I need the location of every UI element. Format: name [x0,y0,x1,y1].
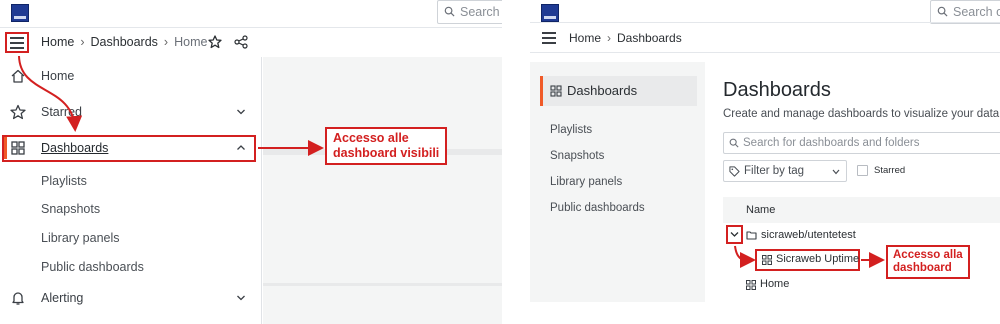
column-header-name[interactable]: Name [746,204,775,216]
menu-toggle-button[interactable] [542,32,558,44]
dashboard-search-input[interactable]: Search for dashboards and folders [723,132,1000,154]
sidebar-item-playlists[interactable]: Playlists [550,124,592,136]
callout-line: Accesso alla [893,249,963,261]
chevron-down-icon[interactable] [236,293,246,303]
nav-subitem-snapshots[interactable]: Snapshots [41,202,100,216]
nav-item-home[interactable]: Home [0,63,262,91]
breadcrumb-home[interactable]: Home [569,31,601,45]
highlight-box-dashboards [2,135,256,162]
search-icon [729,138,739,148]
dashboards-grid-icon [550,85,562,97]
callout-line: dashboard [893,262,952,274]
top-search-input[interactable]: Search or ju [930,0,1000,24]
breadcrumb-dashboards[interactable]: Dashboards [617,31,682,45]
dashboard-row-label[interactable]: Sicraweb Uptime [776,253,859,265]
tag-icon [729,166,740,177]
breadcrumb-dashboards[interactable]: Dashboards [91,35,158,49]
breadcrumb-home[interactable]: Home [41,35,74,49]
chevron-down-icon [832,169,840,175]
folder-row-label[interactable]: sicraweb/utentetest [761,229,856,241]
search-icon [937,6,948,17]
dashboards-grid-icon [746,280,756,290]
annotation-callout-right: Accesso alla dashboard [886,245,970,279]
side-menu: Home Starred Dashboards Playlists Snapsh… [0,57,262,324]
starred-checkbox-label: Starred [874,165,906,176]
chevron-down-icon[interactable] [236,107,246,117]
section-sidebar: Dashboards Playlists Snapshots Library p… [530,62,705,302]
breadcrumb: Home › Dashboards › Home [41,35,208,49]
top-search-input[interactable]: Search c [437,0,502,24]
top-search-placeholder: Search c [460,5,502,19]
nav-item-label: Starred [41,105,82,119]
home-dashboard-row-label[interactable]: Home [760,278,789,290]
breadcrumb-divider [530,52,1000,53]
nav-subitem-public-dashboards[interactable]: Public dashboards [41,260,144,274]
menu-toggle-button[interactable] [5,32,29,53]
left-screenshot: Search c Home›Dashboards›Home Home Starr… [0,0,502,324]
sidebar-item-public-dashboards[interactable]: Public dashboards [550,202,645,214]
menu-icon [10,37,24,39]
breadcrumb-current: Home [174,35,208,49]
search-icon [444,6,455,17]
home-icon [11,69,25,83]
tag-filter-label: Filter by tag [744,165,805,177]
sidebar-item-snapshots[interactable]: Snapshots [550,150,604,162]
topbar-divider [0,27,502,28]
bell-icon [12,292,24,305]
breadcrumb: Home › Dashboards [569,31,682,45]
nav-item-alerting[interactable]: Alerting [0,285,262,313]
page-title: Dashboards [723,79,831,101]
nav-item-starred[interactable]: Starred [0,99,262,127]
nav-item-label: Home [41,69,75,83]
chevron-down-icon [730,232,739,237]
star-icon[interactable] [208,35,222,49]
star-icon [10,104,26,120]
share-icon[interactable] [234,35,248,49]
callout-line: Accesso alle [333,131,409,145]
right-screenshot: Search or ju Home›Dashboards Dashboards … [530,0,1000,324]
app-logo[interactable] [11,4,29,22]
starred-checkbox[interactable] [857,165,868,176]
active-indicator [540,76,543,106]
folder-open-icon [746,231,757,240]
topbar-divider [530,22,1000,23]
page-subtitle: Create and manage dashboards to visualiz… [723,108,1000,120]
folder-expand-button[interactable] [726,225,743,244]
top-search-placeholder: Search or ju [953,5,1000,19]
sidebar-item-label: Dashboards [567,83,638,98]
dashboard-search-placeholder: Search for dashboards and folders [743,137,920,149]
nav-subitem-playlists[interactable]: Playlists [41,174,87,188]
app-logo[interactable] [541,4,559,22]
nav-item-label: Alerting [41,291,84,305]
tag-filter-select[interactable]: Filter by tag [723,160,847,182]
callout-line: dashboard visibili [333,146,440,160]
sidebar-item-library-panels[interactable]: Library panels [550,176,622,188]
dashboards-grid-icon [762,255,772,265]
annotation-callout-left: Accesso alle dashboard visibili [325,127,448,165]
nav-subitem-library-panels[interactable]: Library panels [41,231,120,245]
dashboard-content-area [263,57,502,324]
menu-icon [542,32,556,34]
